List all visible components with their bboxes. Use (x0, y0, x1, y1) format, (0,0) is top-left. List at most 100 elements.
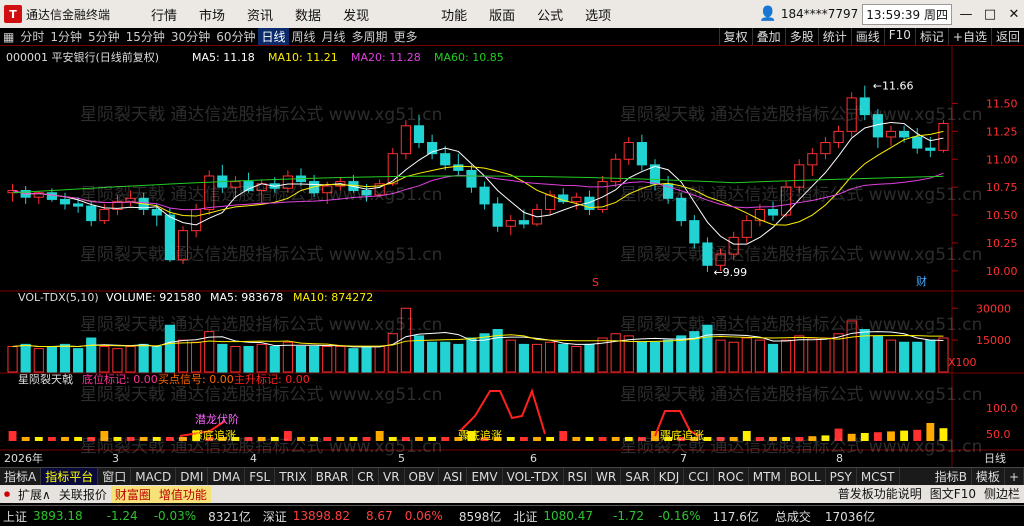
menu-faxian[interactable]: 发现 (332, 5, 380, 24)
indicator-bar (769, 437, 777, 441)
tab-boll[interactable]: BOLL (786, 468, 826, 485)
user-id[interactable]: 184****7797 (781, 7, 858, 21)
tab-psy[interactable]: PSY (826, 468, 857, 485)
menu-xuanxiang[interactable]: 选项 (574, 5, 622, 24)
volume-bar (545, 341, 556, 373)
tab-窗口[interactable]: 窗口 (98, 468, 132, 485)
btn-diejia[interactable]: 叠加 (751, 28, 785, 45)
tab-mtm[interactable]: MTM (749, 468, 786, 485)
ext-function-desc[interactable]: 普发板功能说明 (834, 485, 926, 502)
period-30min[interactable]: 30分钟 (168, 28, 213, 45)
menu-shichang[interactable]: 市场 (188, 5, 236, 24)
grid-menu-icon[interactable]: ▦ (0, 30, 17, 44)
btn-zixuan[interactable]: +自选 (947, 28, 991, 45)
period-1min[interactable]: 1分钟 (47, 28, 85, 45)
menu-hangqing[interactable]: 行情 (140, 5, 188, 24)
volume-bar (872, 335, 883, 373)
close-icon[interactable]: ✕ (1004, 7, 1024, 22)
tab-fsl[interactable]: FSL (245, 468, 276, 485)
ext-wealth-circle[interactable]: 财富圈 (110, 485, 155, 503)
indicator-bar (519, 437, 528, 441)
xaxis-label: 3 (112, 452, 119, 465)
ext-value-added[interactable]: 增值功能 (154, 485, 211, 503)
btn-duogu[interactable]: 多股 (784, 28, 818, 45)
tab-kdj[interactable]: KDJ (655, 468, 685, 485)
tab-dmi[interactable]: DMI (176, 468, 209, 485)
tab-emv[interactable]: EMV (467, 468, 503, 485)
period-weekly[interactable]: 周线 (289, 28, 319, 45)
legend-vol-ma10: MA10: 874272 (293, 291, 373, 304)
tab-template[interactable]: 模板 (972, 468, 1005, 485)
bz-pct: -0.16% (658, 509, 701, 523)
btn-fuquan[interactable]: 复权 (718, 28, 752, 45)
tab-指标a[interactable]: 指标A (0, 468, 42, 485)
indicator-bar (939, 428, 948, 441)
tab-vol-tdx[interactable]: VOL-TDX (503, 468, 564, 485)
ext-sidebar[interactable]: 侧边栏 (980, 485, 1024, 502)
legend-ma10: MA10: 11.21 (268, 51, 338, 64)
user-icon[interactable]: 👤 (759, 6, 776, 22)
menu-gongneng[interactable]: 功能 (430, 5, 478, 24)
tab-trix[interactable]: TRIX (275, 468, 312, 485)
period-more[interactable]: 更多 (391, 28, 421, 45)
btn-tongji[interactable]: 统计 (817, 28, 851, 45)
candle (938, 120, 949, 153)
indicator-bar (572, 437, 581, 441)
volume-bar (348, 348, 359, 373)
record-icon[interactable]: ⏺ (0, 487, 14, 502)
menu-gongshi[interactable]: 公式 (526, 5, 574, 24)
btn-biaoji[interactable]: 标记 (914, 28, 948, 45)
btn-f10[interactable]: F10 (883, 28, 915, 45)
sz-amount: 8598亿 (458, 509, 502, 524)
tab-dma[interactable]: DMA (208, 468, 246, 485)
sh-amount: 8321亿 (208, 509, 251, 524)
indicator-bar (8, 431, 17, 441)
high-annotation: ←11.66 (873, 80, 914, 93)
tab-obv[interactable]: OBV (405, 468, 440, 485)
ext-related-quote[interactable]: 关联报价 (55, 486, 111, 503)
volume-bar (282, 341, 293, 373)
candle (846, 92, 857, 137)
period-fenshi[interactable]: 分时 (17, 28, 47, 45)
tab-指标平台[interactable]: 指标平台 (41, 468, 99, 485)
btn-huaxian[interactable]: 画线 (850, 28, 884, 45)
sz-pct: 0.06% (404, 509, 443, 523)
tab-brar[interactable]: BRAR (312, 468, 354, 485)
maximize-icon[interactable]: □ (980, 7, 1000, 22)
sh-label[interactable]: 上证 (0, 508, 30, 525)
menu-bar: T 通达信金融终端 行情 市场 资讯 数据 发现 功能 版面 公式 选项 👤 1… (0, 0, 1024, 28)
minimize-icon[interactable]: — (956, 7, 976, 22)
chart-area[interactable]: ←11.66 ←9.99 S 财 潜龙伏阶骤底追涨 骤底追涨 骤底追涨 11.50 11.2… (0, 46, 1024, 467)
bz-label[interactable]: 北证 (510, 508, 540, 525)
period-daily[interactable]: 日线 (258, 28, 289, 45)
indicator-bar (624, 437, 633, 441)
volume-bar (636, 341, 647, 373)
tab-indicator-b[interactable]: 指标B (931, 468, 972, 485)
period-15min[interactable]: 15分钟 (123, 28, 168, 45)
tab-cr[interactable]: CR (353, 468, 379, 485)
indicator-marker-label: 骤底追涨 (660, 428, 704, 442)
ext-f10[interactable]: 图文F10 (926, 485, 980, 502)
menu-shuju[interactable]: 数据 (284, 5, 332, 24)
period-60min[interactable]: 60分钟 (213, 28, 258, 45)
ext-expand[interactable]: 扩展∧ (14, 486, 55, 503)
sz-label[interactable]: 深证 (260, 508, 290, 525)
tab-asi[interactable]: ASI (439, 468, 468, 485)
btn-fanhui[interactable]: 返回 (990, 28, 1024, 45)
tab-cci[interactable]: CCI (684, 468, 714, 485)
tab-wr[interactable]: WR (592, 468, 622, 485)
menu-banmian[interactable]: 版面 (478, 5, 526, 24)
period-5min[interactable]: 5分钟 (85, 28, 123, 45)
tab-vr[interactable]: VR (379, 468, 405, 485)
tab-mcst[interactable]: MCST (857, 468, 900, 485)
tab-roc[interactable]: ROC (714, 468, 749, 485)
tab-add[interactable]: + (1005, 468, 1024, 485)
period-monthly[interactable]: 月线 (319, 28, 349, 45)
volume-bar (728, 341, 739, 373)
menu-zixun[interactable]: 资讯 (236, 5, 284, 24)
indicator-bar (257, 437, 266, 441)
tab-sar[interactable]: SAR (621, 468, 655, 485)
tab-macd[interactable]: MACD (131, 468, 177, 485)
tab-rsi[interactable]: RSI (564, 468, 593, 485)
period-multi[interactable]: 多周期 (349, 28, 391, 45)
